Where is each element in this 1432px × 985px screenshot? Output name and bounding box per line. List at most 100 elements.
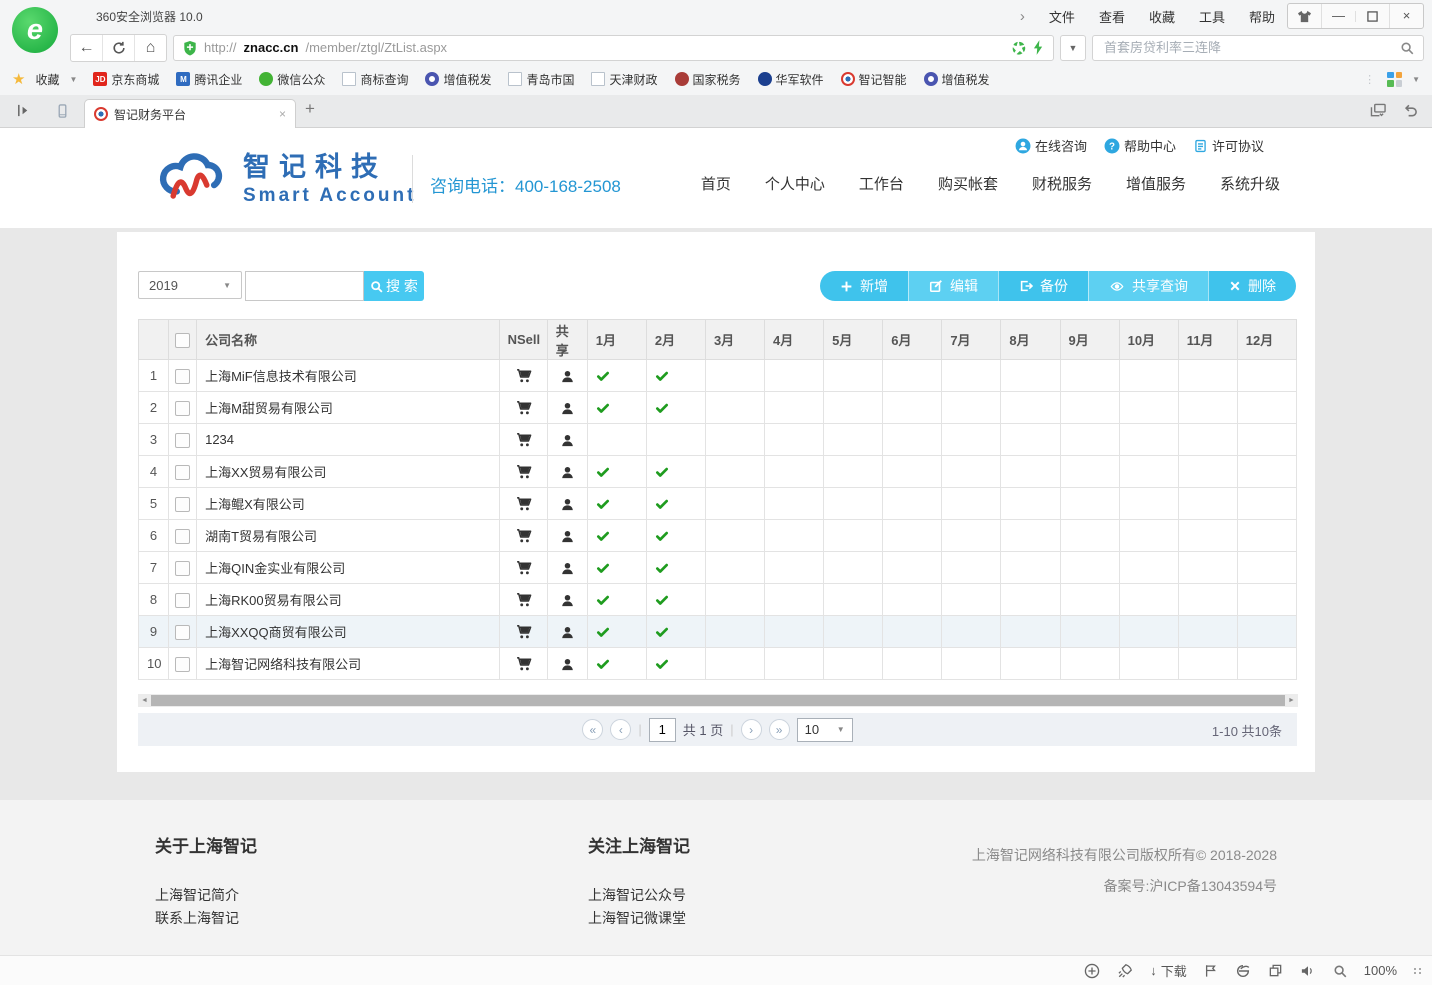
bookmark-item-6[interactable]: 天津财政 — [591, 71, 657, 88]
tab-list-icon[interactable] — [1370, 103, 1387, 118]
next-page-button[interactable]: › — [741, 719, 762, 740]
favorites-star-icon[interactable]: ★ — [12, 70, 25, 88]
back-icon[interactable]: ← — [71, 35, 102, 61]
share-cell[interactable] — [547, 552, 587, 584]
row-checkbox[interactable] — [175, 369, 190, 384]
year-select[interactable]: 2019 ▼ — [138, 271, 242, 299]
nsell-cell[interactable] — [499, 648, 547, 680]
speed-icon[interactable] — [1084, 963, 1100, 979]
skin-icon[interactable] — [1288, 10, 1321, 23]
row-checkbox[interactable] — [175, 593, 190, 608]
company-search-input[interactable] — [245, 271, 364, 301]
action-eye-button[interactable]: 共享查询 — [1088, 271, 1208, 301]
last-page-button[interactable]: » — [769, 719, 790, 740]
window-mode-icon[interactable] — [1268, 963, 1283, 978]
share-cell[interactable] — [547, 520, 587, 552]
bookmark-item-5[interactable]: 青岛市国 — [508, 71, 574, 88]
bookmark-item-7[interactable]: 国家税务 — [675, 71, 741, 88]
ie-mode-icon[interactable] — [1235, 963, 1251, 979]
browser-search-input[interactable] — [1102, 39, 1394, 56]
reopen-closed-tab-icon[interactable] — [1403, 103, 1418, 118]
side-panel-icon[interactable] — [16, 103, 31, 118]
row-checkbox[interactable] — [175, 465, 190, 480]
menu-item-1[interactable]: 查看 — [1099, 7, 1125, 26]
nsell-cell[interactable] — [499, 552, 547, 584]
rocket-icon[interactable] — [1117, 963, 1133, 979]
resize-grip[interactable] — [1414, 968, 1422, 974]
bookmark-item-10[interactable]: 增值税发 — [924, 71, 990, 88]
bookmark-item-4[interactable]: 增值税发 — [425, 71, 491, 88]
nav-item-0[interactable]: 首页 — [701, 173, 731, 194]
top-link-2[interactable]: 许可协议 — [1193, 136, 1264, 155]
row-checkbox[interactable] — [175, 433, 190, 448]
speaker-icon[interactable] — [1300, 964, 1316, 978]
bookmark-item-0[interactable]: JD京东商城 — [93, 71, 159, 88]
nav-item-6[interactable]: 系统升级 — [1220, 173, 1280, 194]
home-icon[interactable]: ⌂ — [134, 35, 166, 61]
zoom-level[interactable]: 100% — [1364, 963, 1397, 978]
share-cell[interactable] — [547, 456, 587, 488]
action-backup-button[interactable]: 备份 — [998, 271, 1088, 301]
nsell-cell[interactable] — [499, 520, 547, 552]
search-icon[interactable] — [1400, 41, 1414, 55]
minimize-button[interactable]: — — [1321, 4, 1355, 28]
bookmark-item-3[interactable]: 商标查询 — [342, 71, 408, 88]
nsell-cell[interactable] — [499, 584, 547, 616]
zoom-icon[interactable] — [1333, 964, 1347, 978]
nsell-cell[interactable] — [499, 392, 547, 424]
bookmark-item-9[interactable]: 智记智能 — [841, 71, 907, 88]
scroll-left-icon[interactable]: ◄ — [138, 697, 151, 704]
nsell-cell[interactable] — [499, 616, 547, 648]
share-cell[interactable] — [547, 648, 587, 680]
nav-item-5[interactable]: 增值服务 — [1126, 173, 1186, 194]
bookmark-item-2[interactable]: 微信公众 — [259, 71, 325, 88]
footer-follow-link-0[interactable]: 上海智记公众号 — [588, 884, 690, 907]
row-checkbox[interactable] — [175, 401, 190, 416]
close-button[interactable]: × — [1389, 4, 1423, 28]
site-shield-icon[interactable] — [183, 40, 197, 56]
row-checkbox[interactable] — [175, 625, 190, 640]
site-logo[interactable]: 智记科技 Smart Account — [155, 145, 416, 207]
refresh-icon[interactable] — [102, 35, 134, 61]
row-checkbox[interactable] — [175, 529, 190, 544]
menu-item-4[interactable]: 帮助 — [1249, 7, 1275, 26]
horizontal-scrollbar[interactable]: ◄ ► — [138, 694, 1298, 707]
page-size-select[interactable]: 10 ▼ — [797, 718, 853, 742]
bookmark-overflow-icon[interactable]: ⋮ — [1364, 73, 1377, 86]
prev-page-button[interactable]: ‹ — [610, 719, 631, 740]
menubar-collapse-icon[interactable]: › — [1020, 8, 1025, 25]
nav-item-1[interactable]: 个人中心 — [765, 173, 825, 194]
search-button[interactable]: 搜 索 — [364, 271, 424, 301]
apps-grid-icon[interactable] — [1387, 72, 1402, 87]
share-cell[interactable] — [547, 584, 587, 616]
ad-filter-icon[interactable] — [1012, 41, 1026, 55]
url-dropdown-icon[interactable]: ▼ — [1060, 35, 1086, 61]
bookmark-item-1[interactable]: M腾讯企业 — [176, 71, 242, 88]
nsell-cell[interactable] — [499, 488, 547, 520]
nav-item-4[interactable]: 财税服务 — [1032, 173, 1092, 194]
action-x-button[interactable]: 删除 — [1208, 271, 1296, 301]
row-checkbox[interactable] — [175, 497, 190, 512]
scrollbar-thumb[interactable] — [151, 695, 1285, 706]
first-page-button[interactable]: « — [582, 719, 603, 740]
favorites-label[interactable]: 收藏 — [35, 71, 59, 88]
row-checkbox[interactable] — [175, 561, 190, 576]
menu-item-3[interactable]: 工具 — [1199, 7, 1225, 26]
footer-about-link-0[interactable]: 上海智记简介 — [155, 884, 257, 907]
mobile-icon[interactable] — [55, 103, 70, 119]
nsell-cell[interactable] — [499, 360, 547, 392]
bookmark-item-8[interactable]: 华军软件 — [758, 71, 824, 88]
apps-grid-dropdown-icon[interactable]: ▼ — [1412, 75, 1420, 84]
address-bar[interactable]: http://znacc.cn/member/ztgl/ZtList.aspx — [173, 35, 1054, 61]
nsell-cell[interactable] — [499, 424, 547, 456]
favorites-dropdown-icon[interactable]: ▼ — [69, 75, 77, 84]
row-checkbox[interactable] — [175, 657, 190, 672]
nav-item-3[interactable]: 购买帐套 — [938, 173, 998, 194]
flag-icon[interactable] — [1204, 963, 1218, 978]
footer-about-link-1[interactable]: 联系上海智记 — [155, 907, 257, 930]
menu-item-2[interactable]: 收藏 — [1149, 7, 1175, 26]
tab-active[interactable]: 智记财务平台 × — [84, 99, 296, 128]
share-cell[interactable] — [547, 424, 587, 456]
top-link-1[interactable]: ?帮助中心 — [1104, 136, 1176, 155]
scroll-right-icon[interactable]: ► — [1285, 697, 1298, 704]
